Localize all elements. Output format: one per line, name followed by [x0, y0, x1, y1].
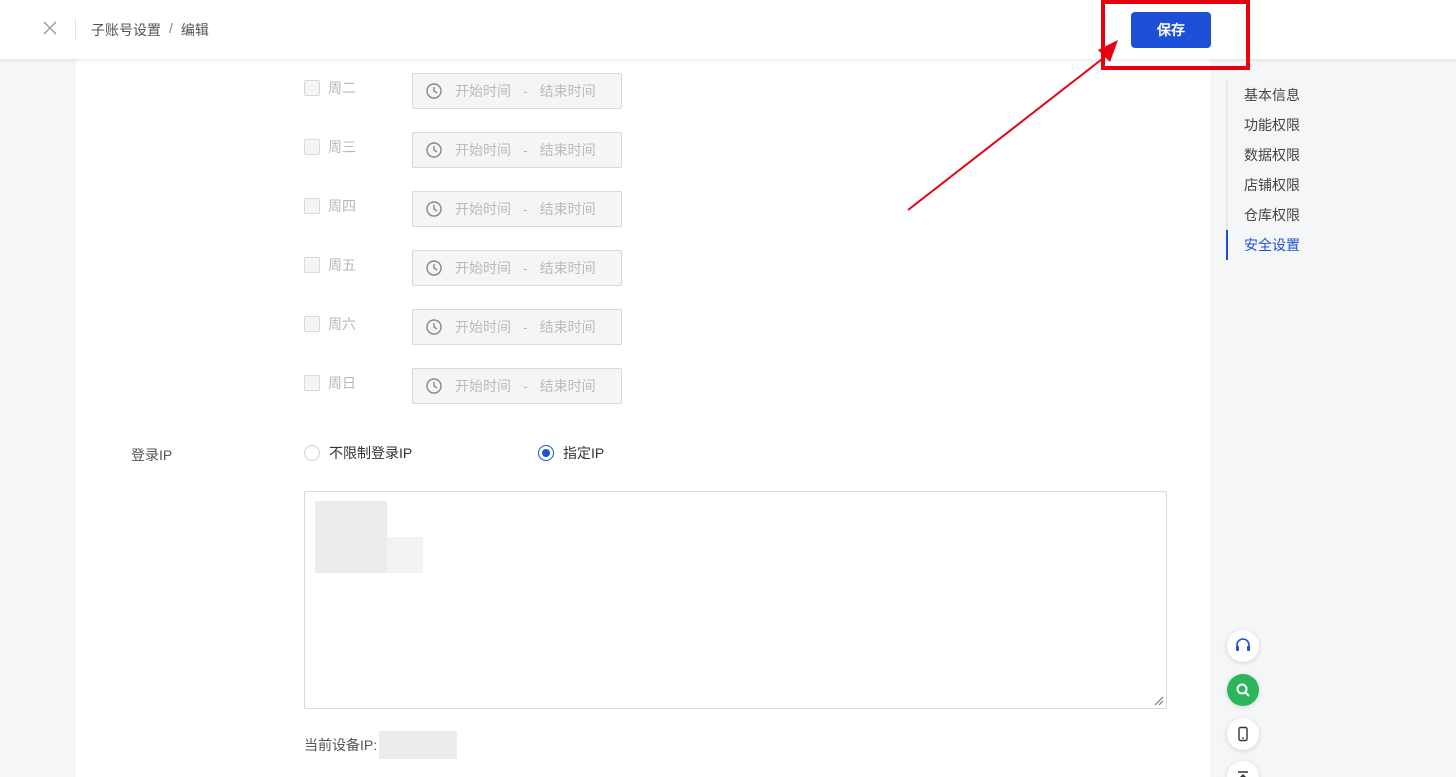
- day-label: 周四: [328, 198, 356, 214]
- range-separator: -: [523, 378, 528, 394]
- end-time-placeholder: 结束时间: [539, 319, 596, 335]
- save-button[interactable]: 保存: [1131, 12, 1211, 48]
- clock-icon: [426, 83, 442, 99]
- breadcrumb-separator: /: [169, 20, 173, 36]
- day-label: 周二: [328, 80, 356, 96]
- anchor-nav: 基本信息 功能权限 数据权限 店铺权限 仓库权限 安全设置: [1226, 80, 1376, 260]
- start-time-placeholder: 开始时间: [455, 142, 511, 158]
- top-header: 子账号设置 / 编辑 保存: [0, 0, 1456, 59]
- redacted-device-ip: [379, 731, 458, 759]
- anchor-item-function-permission[interactable]: 功能权限: [1226, 110, 1376, 140]
- radio-specified-ip[interactable]: 指定IP: [538, 443, 604, 463]
- range-separator: -: [523, 83, 528, 99]
- anchor-item-basic-info[interactable]: 基本信息: [1226, 80, 1376, 110]
- day-checkbox[interactable]: [304, 198, 320, 214]
- ip-list-textarea[interactable]: [304, 491, 1167, 709]
- day-checkbox[interactable]: [304, 257, 320, 273]
- time-range-picker[interactable]: 开始时间 - 结束时间: [412, 250, 622, 286]
- start-time-placeholder: 开始时间: [455, 201, 511, 217]
- start-time-placeholder: 开始时间: [455, 83, 511, 99]
- schedule-row-thu: 周四 开始时间 - 结束时间: [304, 191, 622, 227]
- radio-circle[interactable]: [304, 445, 320, 461]
- breadcrumb-item-edit: 编辑: [180, 22, 209, 38]
- header-divider: [75, 18, 76, 40]
- breadcrumb: 子账号设置 / 编辑: [91, 20, 209, 40]
- end-time-placeholder: 结束时间: [539, 201, 596, 217]
- breadcrumb-item-sub-account-settings[interactable]: 子账号设置: [91, 20, 161, 40]
- day-checkbox[interactable]: [304, 139, 320, 155]
- radio-unrestricted-ip[interactable]: 不限制登录IP: [304, 443, 412, 463]
- radio-label[interactable]: 不限制登录IP: [329, 443, 412, 463]
- start-time-placeholder: 开始时间: [455, 378, 511, 394]
- end-time-placeholder: 结束时间: [539, 378, 596, 394]
- time-range-picker[interactable]: 开始时间 - 结束时间: [412, 191, 622, 227]
- day-label: 周六: [328, 316, 356, 332]
- range-separator: -: [523, 201, 528, 217]
- end-time-placeholder: 结束时间: [539, 260, 596, 276]
- end-time-placeholder: 结束时间: [539, 142, 596, 158]
- redacted-content: [387, 537, 423, 573]
- clock-icon: [426, 260, 442, 276]
- day-checkbox[interactable]: [304, 316, 320, 332]
- time-range-picker[interactable]: 开始时间 - 结束时间: [412, 309, 622, 345]
- radio-circle-checked[interactable]: [538, 445, 554, 461]
- schedule-row-tue: 周二 开始时间 - 结束时间: [304, 73, 622, 109]
- search-icon[interactable]: [1227, 674, 1259, 706]
- start-time-placeholder: 开始时间: [455, 319, 511, 335]
- anchor-item-warehouse-permission[interactable]: 仓库权限: [1226, 200, 1376, 230]
- range-separator: -: [523, 260, 528, 276]
- schedule-row-sat: 周六 开始时间 - 结束时间: [304, 309, 622, 345]
- phone-icon[interactable]: [1227, 718, 1259, 750]
- range-separator: -: [523, 319, 528, 335]
- login-ip-label: 登录IP: [131, 447, 173, 463]
- time-range-picker[interactable]: 开始时间 - 结束时间: [412, 368, 622, 404]
- day-checkbox[interactable]: [304, 375, 320, 391]
- schedule-row-sun: 周日 开始时间 - 结束时间: [304, 368, 622, 404]
- anchor-item-store-permission[interactable]: 店铺权限: [1226, 170, 1376, 200]
- start-time-placeholder: 开始时间: [455, 260, 511, 276]
- range-separator: -: [523, 142, 528, 158]
- back-to-top-icon[interactable]: [1227, 761, 1259, 777]
- redacted-content: [315, 501, 387, 573]
- schedule-row-wed: 周三 开始时间 - 结束时间: [304, 132, 622, 168]
- close-icon[interactable]: [36, 14, 64, 42]
- time-range-picker[interactable]: 开始时间 - 结束时间: [412, 132, 622, 168]
- device-ip-label: 当前设备IP:: [304, 737, 378, 753]
- day-checkbox[interactable]: [304, 80, 320, 96]
- current-device-ip: 当前设备IP:: [304, 731, 458, 759]
- schedule-row-fri: 周五 开始时间 - 结束时间: [304, 250, 622, 286]
- day-label: 周日: [328, 375, 356, 391]
- anchor-item-security-settings[interactable]: 安全设置: [1226, 230, 1376, 260]
- day-label: 周三: [328, 139, 356, 155]
- radio-label[interactable]: 指定IP: [563, 443, 604, 463]
- day-label: 周五: [328, 257, 356, 273]
- clock-icon: [426, 142, 442, 158]
- clock-icon: [426, 201, 442, 217]
- time-range-picker[interactable]: 开始时间 - 结束时间: [412, 73, 622, 109]
- form-card: 周二 开始时间 - 结束时间 周三 开始时间 - 结束时间 周四 开始时间 - …: [76, 59, 1210, 777]
- anchor-item-data-permission[interactable]: 数据权限: [1226, 140, 1376, 170]
- headset-icon[interactable]: [1227, 630, 1259, 662]
- clock-icon: [426, 319, 442, 335]
- resize-handle-icon[interactable]: [1152, 694, 1164, 706]
- clock-icon: [426, 378, 442, 394]
- end-time-placeholder: 结束时间: [539, 83, 596, 99]
